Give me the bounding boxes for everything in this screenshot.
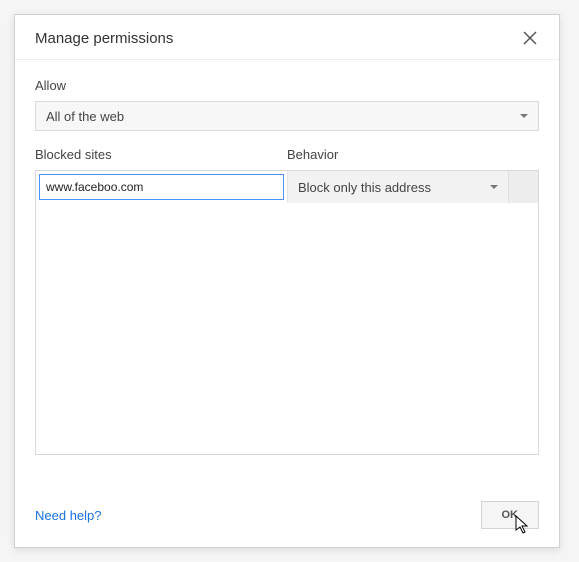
- help-link[interactable]: Need help?: [35, 508, 102, 523]
- dialog-body: Allow All of the web Blocked sites Behav…: [15, 60, 559, 465]
- site-row: Block only this address: [36, 171, 538, 203]
- dialog-footer: Need help? OK: [15, 487, 559, 547]
- blocked-sites-label: Blocked sites: [35, 147, 287, 162]
- allow-label: Allow: [35, 78, 539, 93]
- dialog-header: Manage permissions: [15, 15, 559, 60]
- close-icon: [523, 31, 537, 45]
- allow-select-value: All of the web: [46, 109, 124, 124]
- allow-select[interactable]: All of the web: [35, 101, 539, 131]
- url-cell: [36, 171, 287, 203]
- behavior-select-value: Block only this address: [298, 180, 431, 195]
- ok-button[interactable]: OK: [481, 501, 540, 529]
- row-action-cell[interactable]: [508, 171, 538, 203]
- columns-header: Blocked sites Behavior: [35, 147, 539, 162]
- permissions-dialog: Manage permissions Allow All of the web …: [14, 14, 560, 548]
- dialog-title: Manage permissions: [35, 30, 173, 47]
- chevron-down-icon: [520, 114, 528, 118]
- behavior-label: Behavior: [287, 147, 539, 162]
- close-button[interactable]: [521, 29, 539, 47]
- sites-list: Block only this address: [35, 170, 539, 455]
- url-input[interactable]: [39, 174, 284, 200]
- behavior-select[interactable]: Block only this address: [287, 171, 508, 203]
- chevron-down-icon: [490, 185, 498, 189]
